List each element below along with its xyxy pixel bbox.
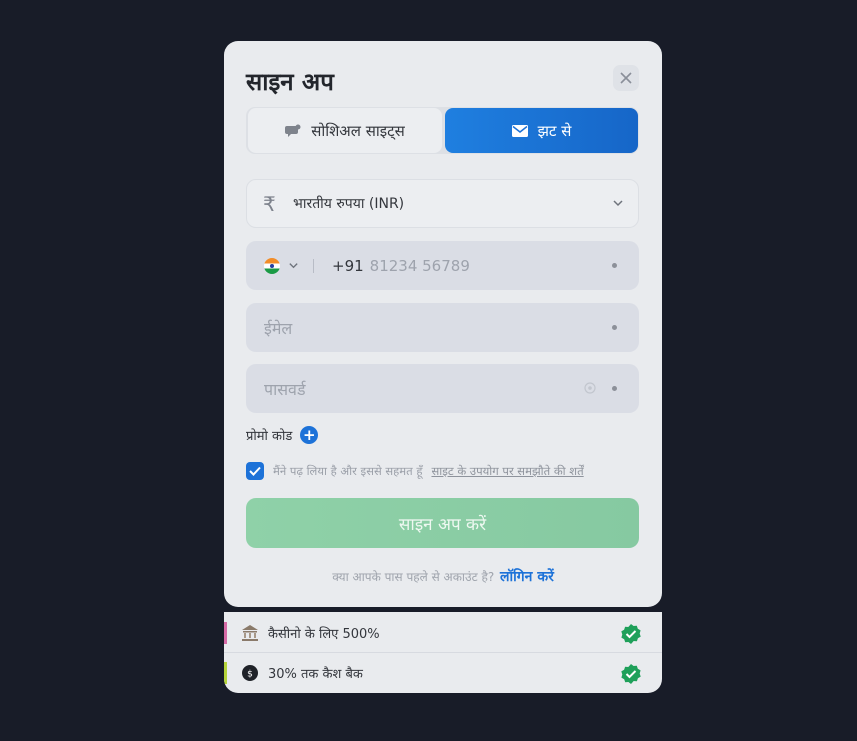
required-dot-icon — [612, 386, 617, 391]
envelope-icon — [511, 124, 528, 137]
eye-icon[interactable] — [583, 381, 597, 395]
bonus-row: $ 30% तक कैश बैक — [224, 653, 662, 693]
tab-quick-label: झट से — [537, 121, 572, 140]
divider — [313, 258, 314, 273]
close-icon — [620, 72, 632, 84]
svg-text:$: $ — [247, 670, 253, 680]
cashback-coin-icon: $ — [241, 664, 259, 682]
terms-checkbox[interactable] — [246, 462, 264, 480]
signup-modal: साइन अप सोशिअल साइट्स झट से ₹ भारतीय रुप… — [224, 41, 662, 607]
required-dot-icon — [612, 263, 617, 268]
phone-field[interactable]: +91 81234 56789 — [246, 241, 639, 290]
plus-icon[interactable]: + — [300, 426, 319, 444]
check-badge-icon — [621, 624, 641, 644]
promo-code-toggle[interactable]: प्रोमो कोड + — [246, 426, 319, 444]
phone-input[interactable]: 81234 56789 — [370, 257, 470, 275]
chevron-down-icon — [613, 200, 623, 207]
country-code: +91 — [332, 256, 364, 275]
terms-link[interactable]: साइट के उपयोग पर समझौते की शर्तें — [431, 464, 583, 479]
signup-tabs: सोशिअल साइट्स झट से — [246, 107, 639, 154]
signup-submit-button[interactable]: साइन अप करें — [246, 498, 639, 548]
check-badge-icon — [621, 664, 641, 684]
terms-text: मैंने पढ़ लिया है और इससे सहमत हूँ — [273, 463, 423, 478]
chat-bubble-icon — [285, 124, 301, 137]
casino-building-icon — [241, 624, 259, 642]
email-input[interactable]: ईमेल — [264, 317, 292, 339]
login-prompt: क्या आपके पास पहले से अकाउंट है? लॉगिन क… — [224, 567, 662, 586]
password-field[interactable]: पासवर्ड — [246, 364, 639, 413]
required-dot-icon — [612, 325, 617, 330]
bonus-accent — [224, 662, 227, 684]
india-flag-icon[interactable] — [264, 257, 280, 274]
bonus-panel: कैसीनो के लिए 500% $ 30% तक कैश बैक — [224, 612, 662, 693]
checkmark-icon — [249, 466, 261, 476]
bonus-row: कैसीनो के लिए 500% — [224, 613, 662, 653]
bonus-text: कैसीनो के लिए 500% — [268, 626, 380, 642]
bonus-accent — [224, 622, 227, 644]
chevron-down-icon[interactable] — [288, 260, 299, 271]
login-question: क्या आपके पास पहले से अकाउंट है? — [332, 570, 495, 584]
currency-select[interactable]: ₹ भारतीय रुपया (INR) — [246, 179, 639, 228]
terms-agreement: मैंने पढ़ लिया है और इससे सहमत हूँ साइट … — [246, 462, 584, 480]
rupee-icon: ₹ — [263, 191, 276, 216]
email-field[interactable]: ईमेल — [246, 303, 639, 352]
modal-title: साइन अप — [246, 68, 334, 96]
bonus-text: 30% तक कैश बैक — [268, 667, 363, 682]
currency-value: भारतीय रुपया (INR) — [293, 196, 405, 212]
close-button[interactable] — [613, 65, 639, 91]
tab-social-sites[interactable]: सोशिअल साइट्स — [248, 108, 442, 153]
password-input[interactable]: पासवर्ड — [264, 378, 306, 400]
tab-social-label: सोशिअल साइट्स — [311, 121, 405, 140]
promo-code-label: प्रोमो कोड — [246, 429, 293, 444]
login-link[interactable]: लॉगिन करें — [500, 569, 554, 585]
tab-quick-signup[interactable]: झट से — [445, 108, 638, 153]
